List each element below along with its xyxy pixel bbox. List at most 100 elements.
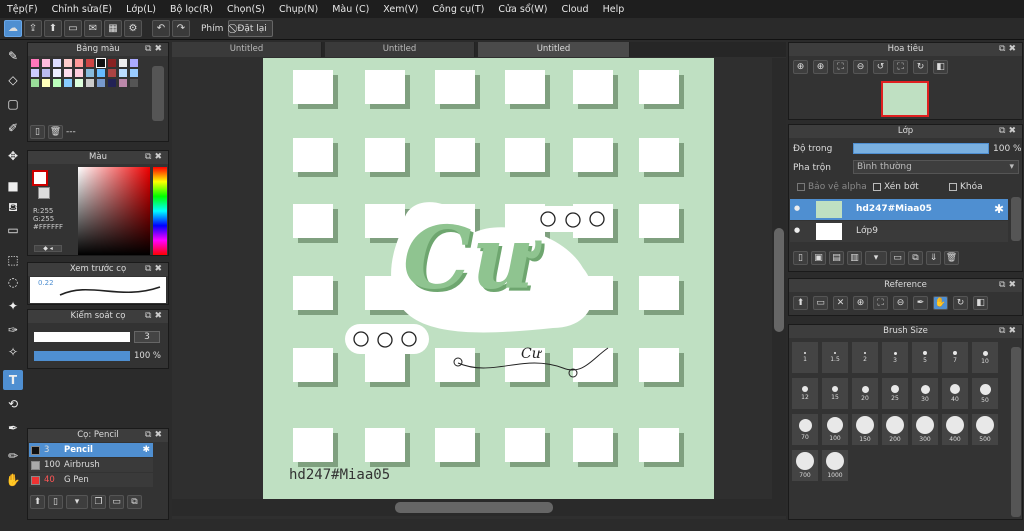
brush-size-option[interactable]: 3 — [881, 341, 909, 374]
menu-item[interactable]: Help — [596, 4, 632, 15]
ref-open-icon[interactable]: ▭ — [813, 296, 828, 310]
color-swatch[interactable] — [31, 69, 39, 77]
color-sv-picker[interactable] — [78, 167, 150, 255]
brush-size-option[interactable]: 7 — [941, 341, 969, 374]
foreground-swatch[interactable] — [32, 170, 48, 186]
redo-icon[interactable]: ↷ — [172, 20, 190, 37]
color-swatch[interactable] — [42, 59, 50, 67]
color-swatch[interactable] — [31, 79, 39, 87]
color-swatch[interactable] — [53, 69, 61, 77]
tab-untitled-2[interactable]: Untitled — [325, 42, 475, 57]
brush-folder-icon[interactable]: ▭ — [109, 495, 124, 509]
navigator-thumbnail[interactable] — [881, 81, 929, 117]
brush-cloud-icon[interactable]: ⬆ — [30, 495, 45, 509]
new-vector-layer-icon[interactable]: ▤ — [829, 251, 844, 265]
ref-cloud-icon[interactable]: ⬆ — [793, 296, 808, 310]
panel-window-icons[interactable]: ⧉✖ — [145, 151, 165, 164]
layer-scrollbar[interactable] — [1011, 197, 1021, 241]
color-swatch[interactable] — [53, 79, 61, 87]
eyedropper-icon[interactable]: ✒ — [3, 418, 23, 438]
brush-add-icon[interactable]: ▯ — [48, 495, 63, 509]
menu-item[interactable]: Lớp(L) — [119, 4, 163, 15]
chat-icon[interactable]: ▭ — [64, 20, 82, 37]
ref-eyedropper-icon[interactable]: ✒ — [913, 296, 928, 310]
color-swatch[interactable] — [86, 69, 94, 77]
color-swatch[interactable] — [108, 69, 116, 77]
ref-zoom-out-icon[interactable]: ⊖ — [893, 296, 908, 310]
clipping-checkbox[interactable] — [873, 183, 881, 191]
color-swatch[interactable] — [119, 79, 127, 87]
zoom-out-icon[interactable]: ⊖ — [853, 60, 868, 74]
share-icon[interactable]: ⬆ — [44, 20, 62, 37]
brush-size-value[interactable]: 3 — [134, 331, 160, 343]
layer-opacity-slider[interactable] — [853, 143, 989, 154]
color-swatch[interactable] — [86, 59, 94, 67]
panel-window-icons[interactable]: ⧉✖ — [145, 43, 165, 56]
delete-layer-icon[interactable]: 🗑 — [944, 251, 959, 265]
trash-icon[interactable]: 🗑 — [48, 125, 63, 139]
panel-window-icons[interactable]: ⧉✖ — [145, 429, 165, 442]
brush-size-option[interactable]: 30 — [911, 377, 939, 410]
brush-size-option[interactable]: 1.5 — [821, 341, 849, 374]
color-swatch[interactable] — [130, 79, 138, 87]
new-layer-icon[interactable]: ▯ — [793, 251, 808, 265]
menu-item[interactable]: Công cụ(T) — [425, 4, 491, 15]
pen-tool-icon[interactable]: ✏ — [3, 446, 23, 466]
color-swatch[interactable] — [42, 79, 50, 87]
color-swatch[interactable] — [119, 69, 127, 77]
menu-item[interactable]: Chỉnh sửa(E) — [45, 4, 120, 15]
grid-icon[interactable]: ▦ — [104, 20, 122, 37]
new-palette-icon[interactable]: ▯ — [30, 125, 45, 139]
layer-blend-select[interactable]: Bình thường ▾ — [853, 160, 1019, 174]
menu-item[interactable]: Cửa sổ(W) — [491, 4, 554, 15]
visibility-icon[interactable]: ● — [794, 226, 800, 234]
ref-zoom-in-icon[interactable]: ⊕ — [853, 296, 868, 310]
undo-icon[interactable]: ↶ — [152, 20, 170, 37]
gear-icon[interactable]: ✱ — [142, 445, 150, 455]
layer-item[interactable]: ● hd247#Miaa05 ✱ — [790, 199, 1008, 220]
magic-wand-icon[interactable]: ✦ — [3, 296, 23, 316]
menu-item[interactable]: Tệp(F) — [0, 4, 45, 15]
lock-checkbox[interactable] — [949, 183, 957, 191]
flip-icon[interactable]: ◧ — [933, 60, 948, 74]
brush-size-option[interactable]: 5 — [911, 341, 939, 374]
select-rect-icon[interactable]: ▢ — [3, 94, 23, 114]
text-tool-icon[interactable]: T — [3, 370, 23, 390]
ref-rotate-icon[interactable]: ↻ — [953, 296, 968, 310]
menu-item[interactable]: Chụp(N) — [272, 4, 325, 15]
ref-flip-icon[interactable]: ◧ — [973, 296, 988, 310]
color-swatch[interactable] — [86, 79, 94, 87]
color-swatch[interactable] — [108, 59, 116, 67]
color-mode-toggle[interactable]: ◆ ◂ — [34, 245, 62, 252]
select-pen-icon[interactable]: ✑ — [3, 320, 23, 340]
brush-size-option[interactable]: 700 — [791, 449, 819, 482]
duplicate-layer-icon[interactable]: ⧉ — [908, 251, 923, 265]
panel-window-icons[interactable]: ⧉✖ — [999, 279, 1019, 292]
brush-duplicate-icon[interactable]: ⧉ — [127, 495, 142, 509]
reset-button[interactable]: ⃠ Đặt lại — [228, 20, 273, 37]
document-canvas[interactable]: Cư Cư hd247#Miaa05 — [263, 58, 714, 499]
rotate-left-icon[interactable]: ↺ — [873, 60, 888, 74]
brush-size-scrollbar[interactable] — [1011, 347, 1021, 517]
brush-size-option[interactable]: 12 — [791, 377, 819, 410]
move-tool-icon[interactable]: ✥ — [3, 146, 23, 166]
gear-icon[interactable]: ✱ — [994, 202, 1004, 216]
color-swatch[interactable] — [53, 59, 61, 67]
gradient-tool-icon[interactable]: ▭ — [3, 220, 23, 240]
menu-item[interactable]: Chọn(S) — [220, 4, 272, 15]
bucket-tool-icon[interactable]: ⛾ — [3, 198, 23, 218]
merge-layer-icon[interactable]: ⇓ — [926, 251, 941, 265]
canvas-horizontal-thumb[interactable] — [395, 502, 553, 513]
color-swatch[interactable] — [75, 59, 83, 67]
lasso-icon[interactable]: ◌ — [3, 272, 23, 292]
color-swatch[interactable] — [130, 69, 138, 77]
panel-window-icons[interactable]: ⧉✖ — [999, 125, 1019, 138]
menu-item[interactable]: Màu (C) — [325, 4, 376, 15]
transform-icon[interactable]: ⟲ — [3, 394, 23, 414]
brush-list-item[interactable]: 100 Airbrush — [29, 458, 153, 472]
eraser-tool-icon[interactable]: ◇ — [3, 70, 23, 90]
panel-window-icons[interactable]: ⧉✖ — [145, 263, 165, 276]
background-swatch[interactable] — [38, 187, 50, 199]
color-swatch[interactable] — [130, 59, 138, 67]
layer-item[interactable]: ● Lớp9 — [790, 221, 1008, 242]
